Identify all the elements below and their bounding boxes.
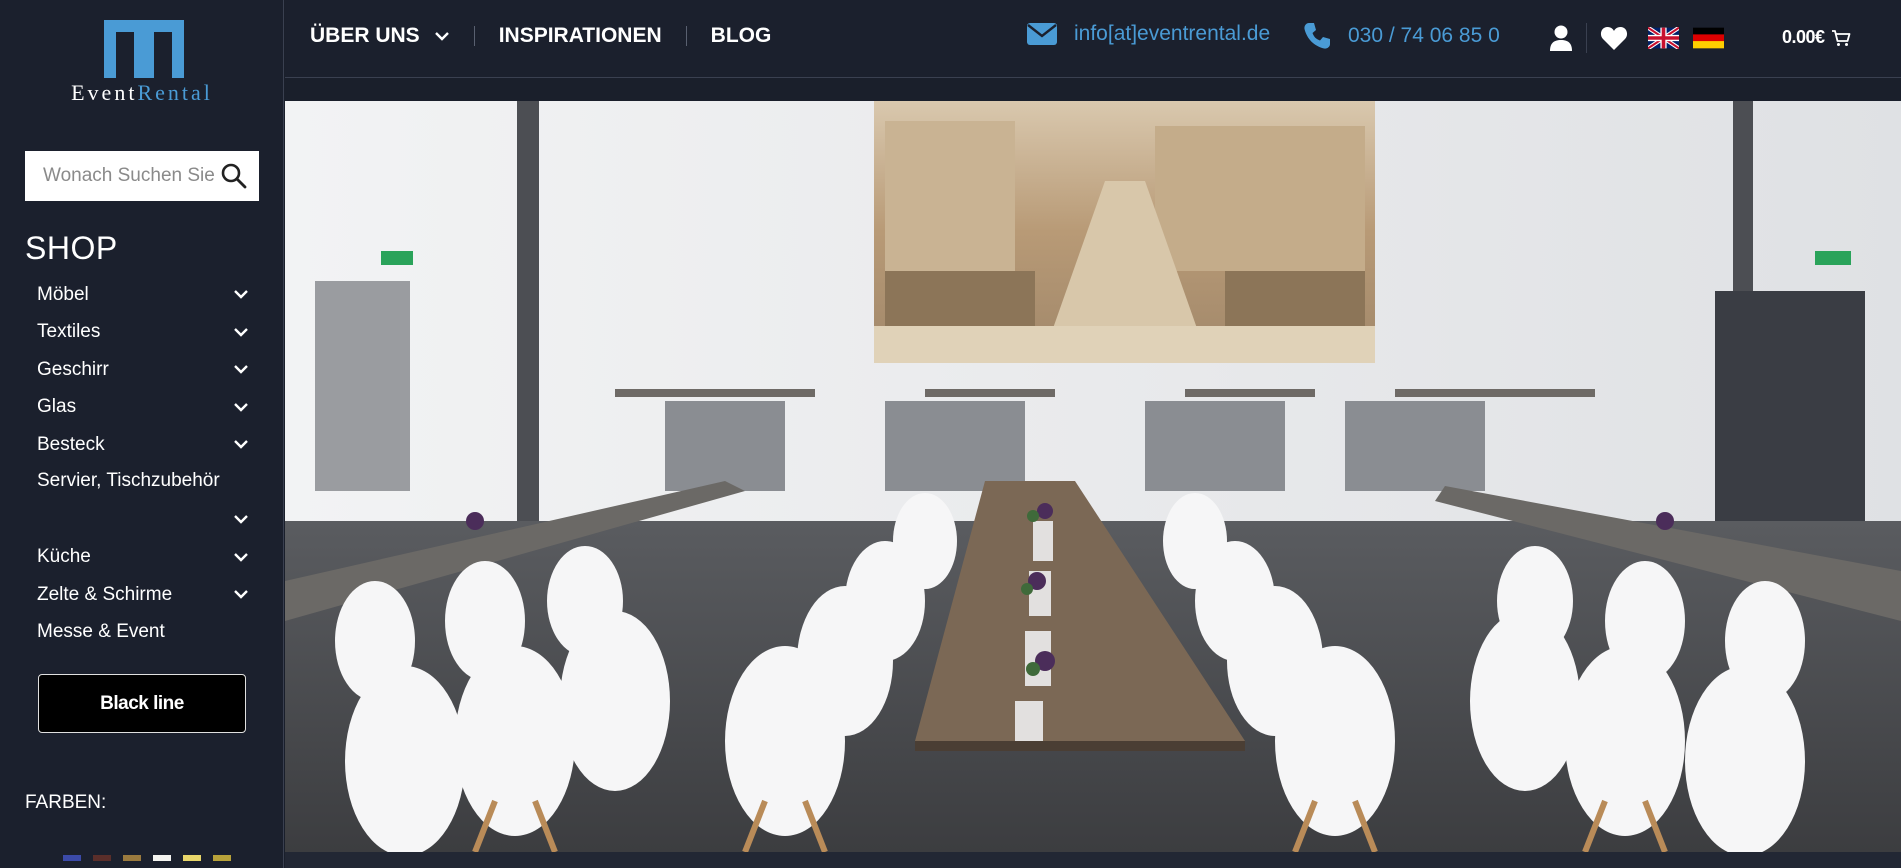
logo[interactable]: EventRental [56, 20, 228, 106]
search-input[interactable] [25, 165, 215, 187]
color-swatch[interactable] [183, 855, 201, 861]
phone-link[interactable]: 030 / 74 06 85 0 [1302, 21, 1500, 51]
search-box [25, 151, 259, 201]
chevron-down-icon[interactable] [233, 550, 249, 564]
category-item-servier-tischzubehoer[interactable]: Servier, Tischzubehör [37, 464, 249, 539]
search-icon[interactable] [219, 161, 249, 191]
chevron-down-icon[interactable] [233, 587, 249, 601]
nav-label: BLOG [710, 24, 772, 47]
hero-illustration [285, 101, 1901, 852]
nav-divider [685, 26, 687, 46]
category-label: Geschirr [37, 358, 109, 380]
category-label: Servier, Tischzubehör [37, 469, 220, 491]
nav-label: ÜBER UNS [310, 24, 420, 47]
flag-de-icon[interactable] [1693, 27, 1724, 49]
category-item-messe-event[interactable]: Messe & Event [37, 614, 249, 652]
color-swatch[interactable] [213, 855, 231, 861]
hero-image [285, 101, 1901, 852]
bottom-strip [285, 852, 1901, 868]
category-label: Glas [37, 396, 77, 418]
heart-icon[interactable] [1600, 25, 1628, 51]
main-nav: ÜBER UNS INSPIRATIONEN BLOG [310, 24, 771, 48]
nav-item-inspirationen[interactable]: INSPIRATIONEN [499, 24, 662, 48]
color-swatch[interactable] [153, 855, 171, 861]
category-label: Messe & Event [37, 621, 165, 643]
chevron-down-icon[interactable] [233, 512, 249, 526]
chevron-down-icon[interactable] [233, 362, 249, 376]
flag-uk-icon[interactable] [1648, 27, 1679, 49]
email-link[interactable]: info[at]eventrental.de [1026, 21, 1270, 47]
category-label: Zelte & Schirme [37, 583, 173, 605]
category-item-textiles[interactable]: Textiles [37, 314, 249, 352]
shop-title: SHOP [25, 230, 118, 266]
email-text: info[at]eventrental.de [1074, 22, 1271, 45]
chevron-down-icon[interactable] [233, 287, 249, 301]
logo-text-part2: Rental [137, 80, 213, 105]
color-swatch[interactable] [63, 855, 81, 861]
nav-item-blog[interactable]: BLOG [711, 24, 772, 48]
category-item-zelte-schirme[interactable]: Zelte & Schirme [37, 576, 249, 614]
chevron-down-icon[interactable] [434, 29, 450, 43]
category-item-glas[interactable]: Glas [37, 389, 249, 427]
chevron-down-icon[interactable] [233, 400, 249, 414]
nav-divider [473, 26, 475, 46]
color-swatch[interactable] [123, 855, 141, 861]
sidebar: EventRental SHOP Möbel Textiles Geschirr… [0, 0, 284, 868]
nav-label: INSPIRATIONEN [498, 24, 662, 47]
icon-divider [1586, 23, 1587, 53]
chevron-down-icon[interactable] [233, 437, 249, 451]
chevron-down-icon[interactable] [233, 325, 249, 339]
envelope-icon [1027, 23, 1057, 45]
cart-total: 0.00€ [1782, 27, 1825, 47]
logo-text: EventRental [56, 80, 228, 106]
category-item-geschirr[interactable]: Geschirr [37, 351, 249, 389]
category-item-besteck[interactable]: Besteck [37, 426, 249, 464]
category-item-kueche[interactable]: Küche [37, 539, 249, 577]
category-label: Textiles [37, 321, 101, 343]
top-bar: ÜBER UNS INSPIRATIONEN BLOG info[at]even… [285, 0, 1901, 78]
nav-item-ueber-uns[interactable]: ÜBER UNS [310, 24, 450, 48]
logo-mark-icon [104, 20, 184, 78]
logo-text-part1: Event [71, 80, 138, 105]
category-item-moebel[interactable]: Möbel [37, 276, 249, 314]
phone-icon [1304, 23, 1330, 49]
colors-filter-label: FARBEN: [25, 792, 107, 813]
category-label: Küche [37, 546, 91, 568]
cart-icon [1831, 29, 1850, 46]
category-list: Möbel Textiles Geschirr Glas Besteck Ser… [37, 276, 249, 651]
category-label: Möbel [37, 283, 89, 305]
color-swatch[interactable] [93, 855, 111, 861]
header-icons [1549, 23, 1724, 53]
user-icon[interactable] [1549, 24, 1573, 52]
color-swatches [63, 855, 231, 861]
phone-text: 030 / 74 06 85 0 [1348, 24, 1500, 47]
cart-button[interactable]: 0.00€ [1782, 27, 1851, 48]
category-label: Besteck [37, 433, 105, 455]
black-line-button[interactable]: Black line [38, 674, 246, 733]
